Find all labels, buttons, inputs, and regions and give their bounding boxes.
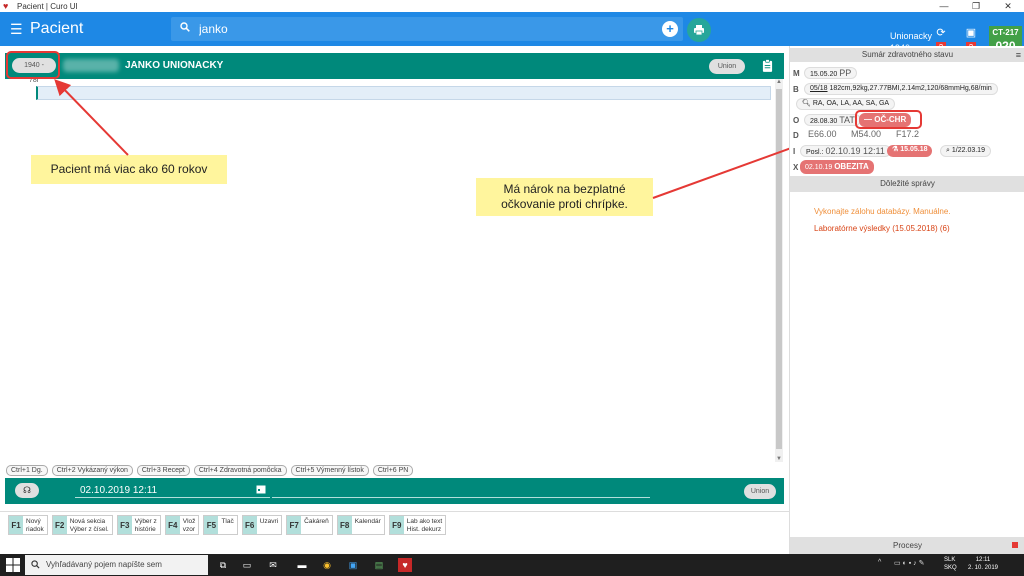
row-letter-o: O <box>793 116 800 125</box>
app-icon-green[interactable]: ▤ <box>372 558 386 572</box>
shortcut-row: Ctrl+1 Dg. Ctrl+2 Vykázaný výkon Ctrl+3 … <box>6 465 414 476</box>
i-attachment-chip[interactable]: ⌕ 1/22.03.19 <box>940 145 991 157</box>
app-icon-p[interactable]: ▣ <box>346 558 360 572</box>
entry-insurer-pill[interactable]: Union <box>744 484 776 499</box>
row-letter-m: M <box>793 69 800 78</box>
message-backup[interactable]: Vykonajte zálohu databázy. Manuálne. <box>814 207 951 216</box>
b-chip[interactable]: 05/18 182cm,92kg,27.77BMI,2.14m2,120/68m… <box>804 83 998 95</box>
hearing-icon[interactable]: ☊ <box>15 483 39 498</box>
processes-indicator <box>1012 542 1018 548</box>
tray-icons[interactable]: ▭ ◐ ▪ ♪ ✎ <box>894 559 924 567</box>
fkey-f2[interactable]: F2 Nová sekcia Výber z čísel. <box>51 515 113 535</box>
processes-bar[interactable]: Procesy <box>790 537 1024 554</box>
fkey-f6[interactable]: F6 Uzavri <box>241 515 283 535</box>
summary-header: Sumár zdravotného stavu ≡ <box>790 48 1024 62</box>
entry-text-field[interactable] <box>272 497 650 498</box>
shortcut-recept[interactable]: Ctrl+3 Recept <box>136 465 190 476</box>
row-letter-b: B <box>793 85 799 94</box>
taskbar-search-icon <box>31 560 40 569</box>
entry-datetime[interactable]: 02.10.2019 12:11 <box>80 485 157 496</box>
fkey-f1[interactable]: F1 Nový riadok <box>8 515 48 535</box>
fkey-f3[interactable]: F3 Výber z histórie <box>116 515 161 535</box>
paperclip-icon: ⌕ <box>946 147 950 154</box>
fkey-divider <box>0 511 789 512</box>
shortcut-vymenny-listok[interactable]: Ctrl+5 Výmenný lístok <box>290 465 369 476</box>
shortcut-pomocka[interactable]: Ctrl+4 Zdravotná pomôcka <box>193 465 287 476</box>
row-letter-x: X <box>793 163 799 172</box>
m-chip[interactable]: 15.05.20 PP <box>804 67 858 79</box>
curo-app-icon[interactable]: ♥ <box>398 558 412 572</box>
diagnosis-1[interactable]: E66.00 <box>808 129 837 139</box>
diagnosis-2[interactable]: M54.00 <box>851 129 881 139</box>
function-keys: F1 Nový riadok F2 Nová sekcia Výber z čísel.… <box>8 515 447 535</box>
taskbar-search-placeholder: Vyhľadávaný pojem napíšte sem <box>46 560 162 569</box>
age-arrow <box>54 79 129 156</box>
shortcut-vykon[interactable]: Ctrl+2 Vykázaný výkon <box>51 465 133 476</box>
taskbar-search[interactable]: Vyhľadávaný pojem napíšte sem <box>25 555 208 575</box>
row-letter-i: I <box>793 147 796 156</box>
task-view-icon[interactable]: ⧉ <box>216 558 230 572</box>
messages-header: Dôležité správy <box>790 176 1024 192</box>
chrome-icon[interactable]: ◉ <box>320 558 334 572</box>
tray-chevron-icon[interactable]: ^ <box>878 559 881 566</box>
fkey-f9[interactable]: F9 Lab ako text Hist. dekurz <box>388 515 447 535</box>
calendar-icon[interactable] <box>256 484 266 494</box>
x-chip[interactable]: 02.10.19 OBEZITA <box>800 160 874 174</box>
terminal-icon[interactable]: ▭ <box>240 558 254 572</box>
message-lab-results[interactable]: Laboratórne výsledky (15.05.2018) (6) <box>814 224 950 233</box>
i-chip[interactable]: Posl.: 02.10.19 12:11 <box>800 145 891 157</box>
windows-taskbar: Vyhľadávaný pojem napíšte sem ⧉ ▭ ✉ ▬ ◉ … <box>0 554 1024 576</box>
entry-bar: ☊ 02.10.2019 12:11 Union <box>5 478 784 504</box>
shortcut-dg[interactable]: Ctrl+1 Dg. <box>6 465 48 476</box>
magnifier-icon: 🔍︎ <box>802 100 811 107</box>
b-tags-chip[interactable]: 🔍︎ RA, OA, LA, AA, SA, GA <box>796 98 896 110</box>
fkey-f5[interactable]: F5 Tlač <box>203 515 238 535</box>
summary-menu-icon[interactable]: ≡ <box>1016 48 1021 62</box>
vaccination-highlight-box <box>855 110 922 129</box>
mail-icon[interactable]: ✉ <box>266 558 280 572</box>
row-letter-d: D <box>793 131 799 140</box>
shortcut-pn[interactable]: Ctrl+6 PN <box>372 465 414 476</box>
windows-start-icon[interactable] <box>6 558 20 572</box>
diagnosis-3[interactable]: F17.2 <box>896 129 919 139</box>
i-lab-chip[interactable]: ⚗ 15.05.18 <box>887 145 933 157</box>
fkey-f7[interactable]: F7 Čakáreň <box>286 515 333 535</box>
datetime-underline <box>75 497 270 498</box>
fkey-f4[interactable]: F4 Vlož vzor <box>164 515 200 535</box>
explorer-icon[interactable]: ▬ <box>295 558 309 572</box>
input-language[interactable]: SLK SKQ <box>944 556 957 572</box>
o-chip[interactable]: 28.08.30 TAT <box>804 114 861 126</box>
fkey-f8[interactable]: F8 Kalendár <box>336 515 385 535</box>
taskbar-clock[interactable]: 12:11 2. 10. 2019 <box>966 556 1000 572</box>
